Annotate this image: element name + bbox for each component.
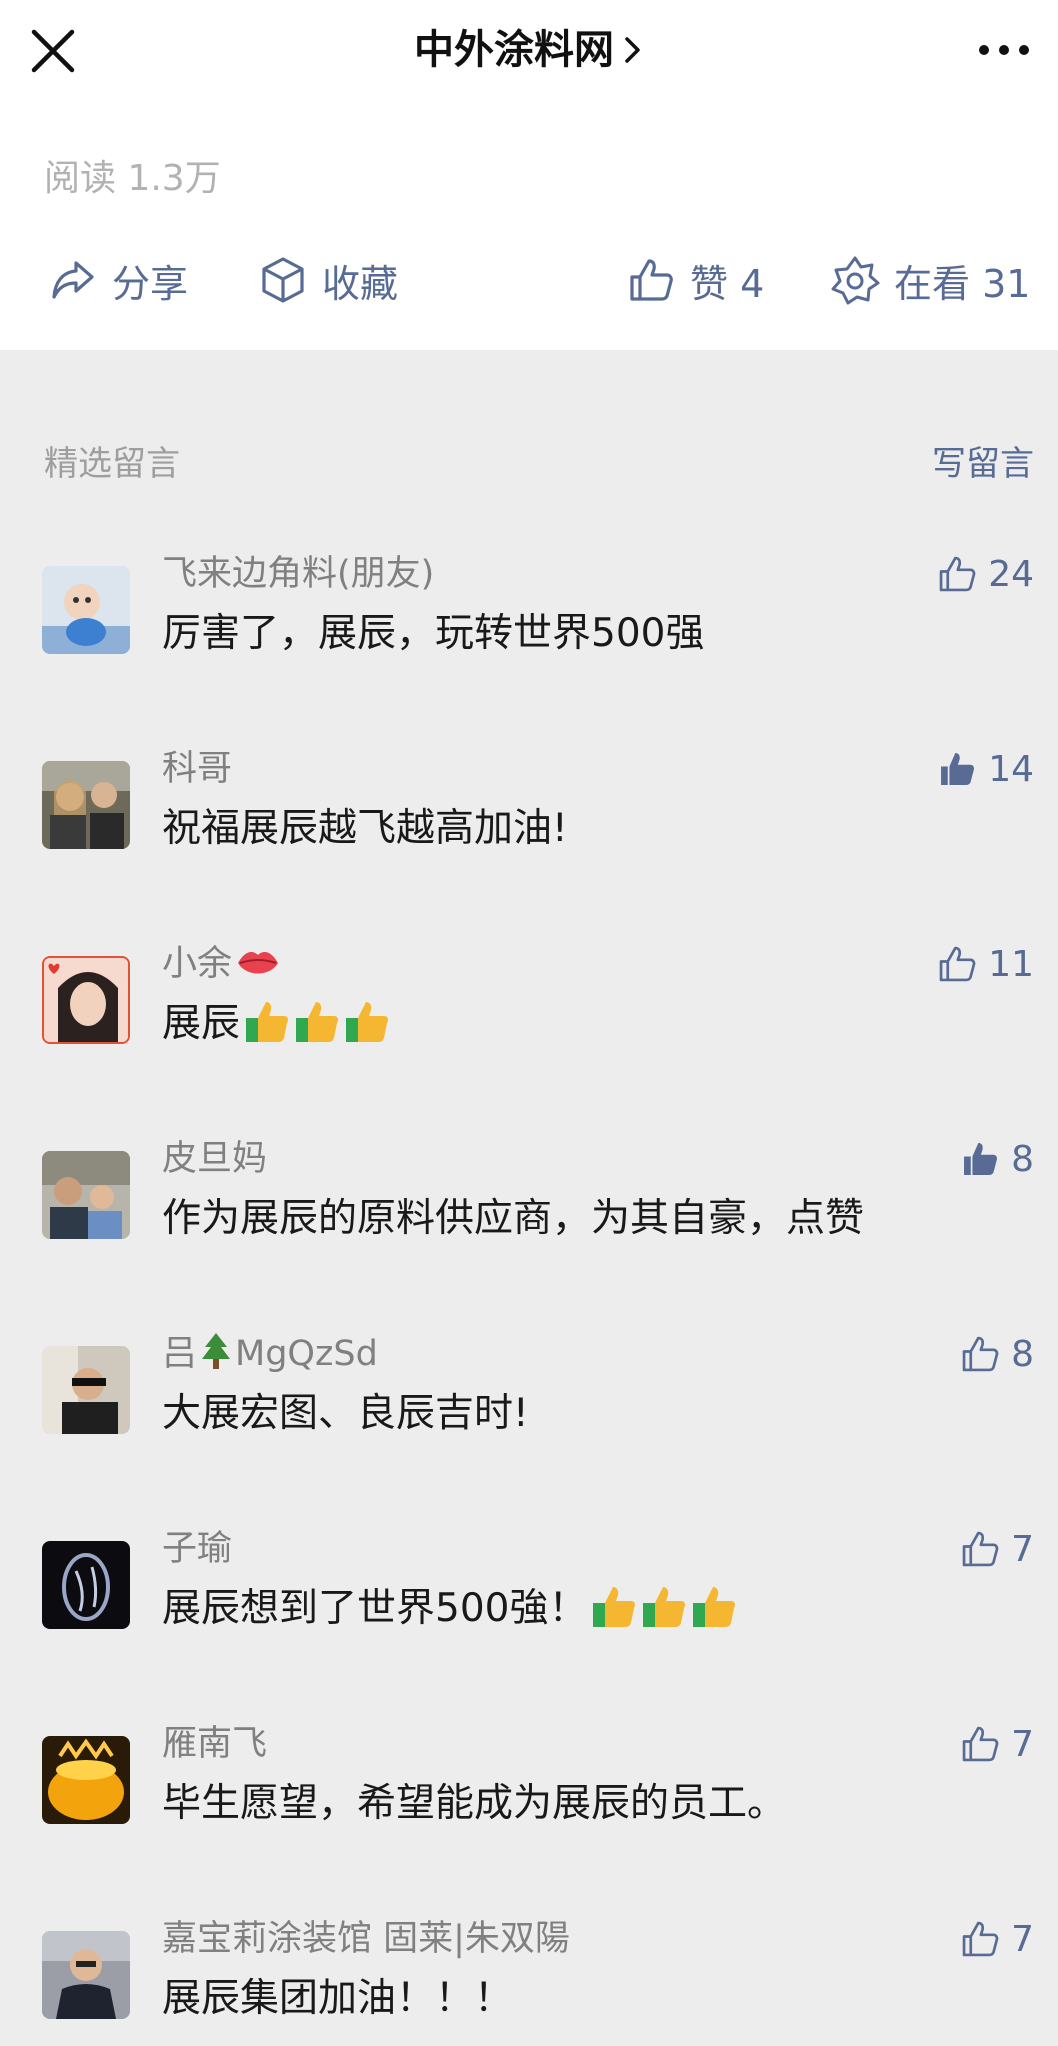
chevron-right-icon: [625, 37, 640, 63]
comment-item: 嘉宝莉涂装馆 固莱|朱双陽 展辰集团加油！！！ 7: [0, 1915, 1058, 2046]
comment-like-button[interactable]: 7: [959, 1525, 1034, 1573]
comment-author-name-prefix: 吕: [162, 1334, 198, 1374]
avatar[interactable]: [42, 761, 130, 849]
avatar[interactable]: [42, 566, 130, 654]
thumbs-up-emoji-icon: [693, 1587, 736, 1627]
thumbs-up-filled-icon: [941, 753, 975, 785]
collect-button[interactable]: 收藏: [258, 250, 398, 310]
collect-label: 收藏: [322, 261, 399, 306]
comment-like-count: 11: [988, 943, 1034, 985]
comment-like-button[interactable]: 7: [959, 1720, 1034, 1768]
comment-text: 厉害了，展辰，玩转世界500强: [162, 611, 705, 656]
comment-like-count: 8: [1011, 1333, 1034, 1375]
comment-author[interactable]: 小余: [162, 940, 280, 988]
comment-item: 雁南飞 毕生愿望，希望能成为展辰的员工。 7: [0, 1720, 1058, 1870]
comment-like-count: 14: [988, 748, 1034, 790]
more-icon[interactable]: [978, 40, 1030, 60]
thumbs-up-icon: [630, 259, 673, 301]
comment-author[interactable]: 科哥: [162, 745, 232, 793]
thumbs-up-icon: [962, 1921, 999, 1957]
comment-like-button[interactable]: 7: [959, 1915, 1034, 1963]
comment-author-name: 小余: [162, 944, 233, 984]
account-title-text: 中外涂料网: [414, 27, 614, 73]
comment-text: 大展宏图、良辰吉时!: [162, 1391, 529, 1436]
watching-button[interactable]: 在看 31: [830, 250, 1030, 310]
avatar[interactable]: [42, 1151, 130, 1239]
comment-like-count: 7: [1011, 1723, 1034, 1765]
comment-author[interactable]: 嘉宝莉涂装馆 固莱|朱双陽: [162, 1915, 570, 1963]
thumbs-up-emoji-icon: [643, 1587, 686, 1627]
comment-item: 科哥 祝福展辰越飞越高加油! 14: [0, 745, 1058, 895]
comment-item: 子瑜 展辰想到了世界500強！ 7: [0, 1525, 1058, 1675]
share-label: 分享: [112, 261, 189, 306]
comments-title: 精选留言: [44, 444, 180, 484]
nav-bar: 中外涂料网: [0, 0, 1058, 100]
comment-author[interactable]: 雁南飞: [162, 1720, 267, 1768]
comment-text: 作为展辰的原料供应商，为其自豪，点赞: [162, 1196, 865, 1241]
lips-emoji-icon: [238, 952, 279, 974]
comment-text: 展辰想到了世界500強！: [162, 1583, 737, 1635]
thumbs-up-icon: [939, 946, 976, 982]
comment-item: 飞来边角料(朋友) 厉害了，展辰，玩转世界500强 24: [0, 550, 1058, 700]
comment-like-count: 8: [1011, 1138, 1034, 1180]
cube-icon: [262, 257, 304, 303]
avatar[interactable]: [42, 1346, 130, 1434]
thumbs-up-emoji-icon: [346, 1002, 389, 1042]
comment-text: 展辰: [162, 998, 390, 1050]
avatar[interactable]: [42, 1736, 130, 1824]
thumbs-up-emoji-icon: [593, 1587, 636, 1627]
comment-like-button[interactable]: 14: [936, 745, 1034, 793]
comment-author[interactable]: 飞来边角料(朋友): [162, 550, 434, 598]
comment-text-content: 展辰想到了世界500強！: [162, 1586, 588, 1631]
thumbs-up-icon: [939, 556, 976, 592]
comment-like-button[interactable]: 8: [959, 1135, 1034, 1183]
tree-emoji-icon: [202, 1333, 231, 1369]
comment-like-count: 24: [988, 553, 1034, 595]
thumbs-up-icon: [962, 1336, 999, 1372]
comment-author[interactable]: 吕 MgQzSd: [162, 1330, 378, 1378]
comment-text: 展辰集团加油！！！: [162, 1976, 514, 2021]
share-button[interactable]: 分享: [48, 250, 188, 310]
comment-item: 吕 MgQzSd 大展宏图、良辰吉时! 8: [0, 1330, 1058, 1480]
action-bar: 分享 收藏 赞 4 在看 31: [0, 250, 1058, 310]
comment-author[interactable]: 子瑜: [162, 1525, 232, 1573]
thumbs-up-emoji-icon: [246, 1002, 289, 1042]
thumbs-up-emoji-icon: [296, 1002, 339, 1042]
comment-text: 毕生愿望，希望能成为展辰的员工。: [162, 1781, 787, 1826]
share-icon: [52, 261, 94, 299]
avatar[interactable]: [42, 1541, 130, 1629]
write-comment-button[interactable]: 写留言: [932, 440, 1034, 488]
comment-like-button[interactable]: 11: [936, 940, 1034, 988]
account-title[interactable]: 中外涂料网: [0, 24, 1058, 76]
comment-like-count: 7: [1011, 1528, 1034, 1570]
comment-author[interactable]: 皮旦妈: [162, 1135, 267, 1183]
comments-header: 精选留言 写留言: [44, 440, 1034, 488]
article-footer-panel: 中外涂料网 阅读 1.3万 分享 收藏 赞 4 在看 31: [0, 0, 1058, 350]
like-button[interactable]: 赞 4: [626, 250, 764, 310]
comment-like-count: 7: [1011, 1918, 1034, 1960]
comment-like-button[interactable]: 24: [936, 550, 1034, 598]
thumbs-up-icon: [962, 1531, 999, 1567]
watching-star-icon: [831, 256, 880, 305]
comment-text: 祝福展辰越飞越高加油!: [162, 806, 568, 851]
thumbs-up-icon: [962, 1726, 999, 1762]
avatar[interactable]: [42, 956, 130, 1044]
watching-label: 在看 31: [894, 261, 1031, 306]
comment-item: 皮旦妈 作为展辰的原料供应商，为其自豪，点赞 8: [0, 1135, 1058, 1285]
comment-author-name-suffix: MgQzSd: [235, 1334, 378, 1374]
comment-item: 小余 展辰 11: [0, 940, 1058, 1090]
like-label: 赞 4: [690, 261, 765, 306]
avatar[interactable]: [42, 1931, 130, 2019]
comment-like-button[interactable]: 8: [959, 1330, 1034, 1378]
comment-text-content: 展辰: [162, 1001, 241, 1046]
thumbs-up-filled-icon: [964, 1143, 998, 1175]
read-count: 阅读 1.3万: [44, 158, 221, 199]
